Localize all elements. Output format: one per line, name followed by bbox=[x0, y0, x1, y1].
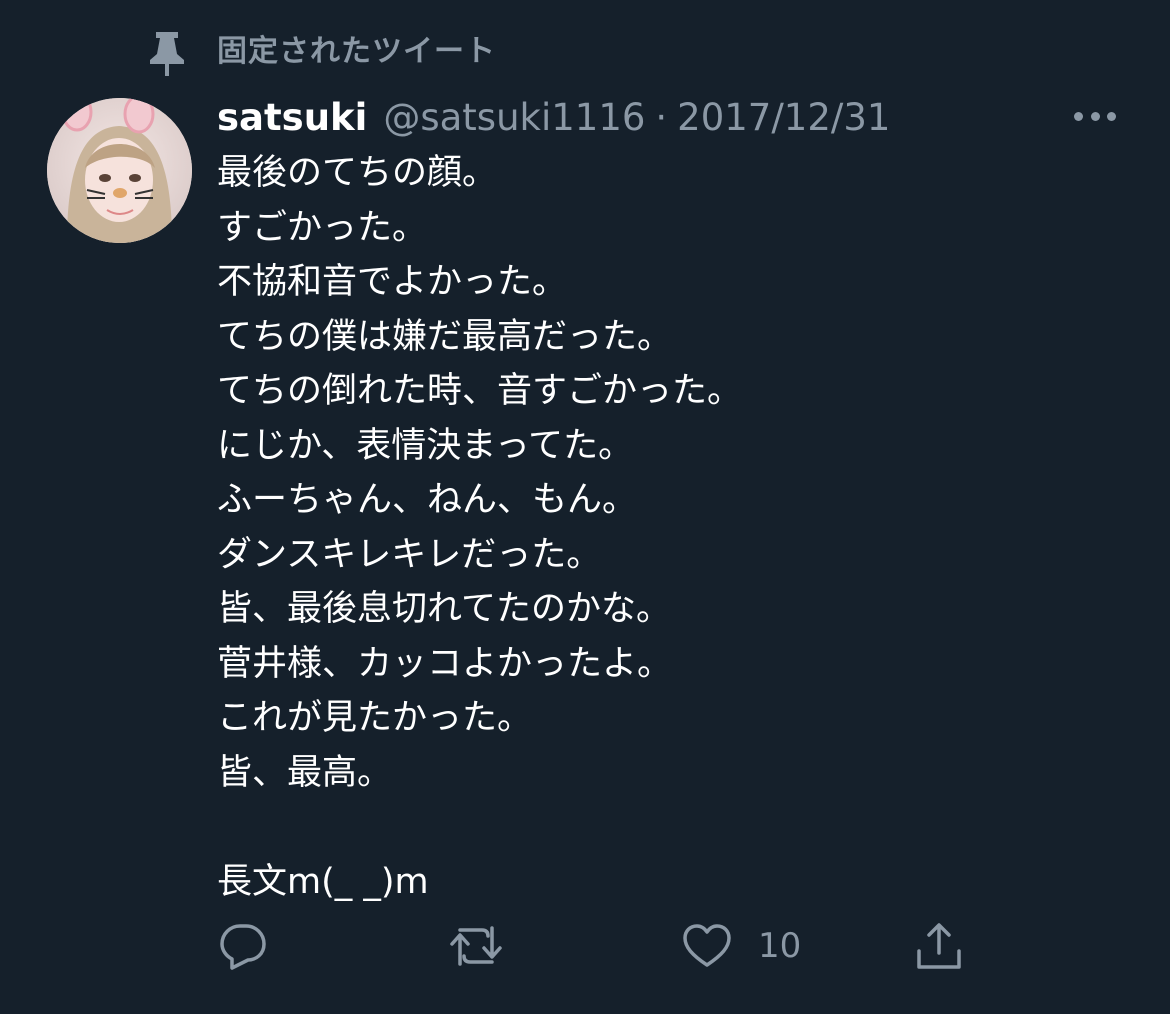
retweet-icon bbox=[448, 922, 504, 970]
tweet-line: ダンスキレキレだった。 bbox=[217, 534, 602, 575]
tweet-line: 皆、最高。 bbox=[217, 752, 393, 793]
like-count: 10 bbox=[758, 926, 802, 966]
reply-button[interactable] bbox=[218, 918, 268, 974]
tweet-line: すごかった。 bbox=[217, 207, 428, 248]
pin-icon bbox=[146, 30, 188, 76]
tweet-line: 不協和音でよかった。 bbox=[217, 262, 568, 302]
retweet-button[interactable] bbox=[448, 918, 504, 974]
heart-icon bbox=[682, 923, 732, 969]
more-icon[interactable] bbox=[1068, 100, 1122, 132]
tweet-line: 菅井様、カッコよかったよ。 bbox=[217, 643, 673, 684]
pinned-tweet-indicator: 固定されたツイート bbox=[0, 24, 1170, 80]
avatar[interactable] bbox=[47, 98, 192, 243]
like-button[interactable]: 10 bbox=[682, 918, 801, 974]
share-icon bbox=[914, 921, 964, 971]
tweet-text: 最後のてちの顔。 すごかった。 不協和音でよかった。 てちの僕は嫌だ最高だった。… bbox=[217, 146, 1117, 909]
tweet-line: ふーちゃん、ねん、もん。 bbox=[217, 480, 638, 520]
tweet-header: satsuki @satsuki1116 · 2017/12/31 bbox=[217, 92, 890, 142]
tweet-line: 長文m(_ _)m bbox=[217, 861, 429, 902]
tweet-line: にじか、表情決まってた。 bbox=[217, 425, 634, 466]
pinned-label: 固定されたツイート bbox=[217, 34, 496, 69]
share-button[interactable] bbox=[914, 918, 964, 974]
tweet-line: 皆、最後息切れてたのかな。 bbox=[217, 589, 671, 629]
display-name[interactable]: satsuki bbox=[217, 96, 367, 139]
tweet-date[interactable]: 2017/12/31 bbox=[677, 96, 890, 139]
reply-icon bbox=[218, 922, 268, 970]
tweet-line: てちの倒れた時、音すごかった。 bbox=[217, 371, 743, 411]
tweet-line: これが見たかった。 bbox=[217, 698, 533, 738]
header-separator: · bbox=[655, 95, 668, 139]
tweet-line: てちの僕は嫌だ最高だった。 bbox=[217, 316, 673, 357]
tweet-actions: 10 bbox=[0, 918, 1170, 978]
tweet-line: 最後のてちの顔。 bbox=[217, 153, 498, 193]
user-handle[interactable]: @satsuki1116 bbox=[383, 96, 645, 139]
